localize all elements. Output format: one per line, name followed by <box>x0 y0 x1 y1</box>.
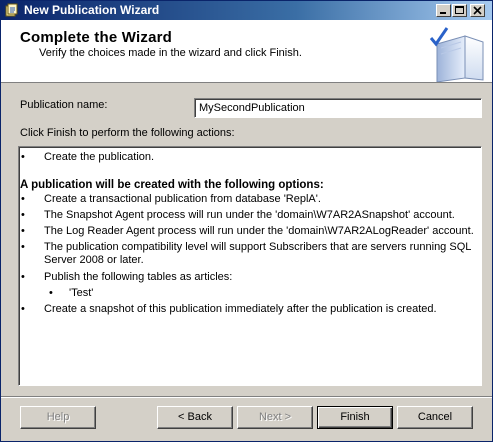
list-item: The Snapshot Agent process will run unde… <box>44 209 455 221</box>
bullet-icon: • <box>21 193 25 205</box>
publication-name-label: Publication name: <box>20 99 108 111</box>
actions-summary-box[interactable]: • Create the publication. A publication … <box>18 146 482 386</box>
bullet-icon: • <box>21 241 25 253</box>
bullet-icon: • <box>21 151 25 163</box>
list-item: Publish the following tables as articles… <box>44 271 233 283</box>
wizard-book-check-icon <box>427 24 487 85</box>
publication-name-field[interactable]: MySecondPublication <box>194 98 482 118</box>
options-heading: A publication will be created with the f… <box>20 179 324 191</box>
list-item-nested: 'Test' <box>69 287 94 299</box>
page-subtitle: Verify the choices made in the wizard an… <box>39 47 302 59</box>
bullet-icon: • <box>21 225 25 237</box>
bullet-icon: • <box>21 271 25 283</box>
back-button[interactable]: < Back <box>157 406 233 429</box>
actions-label: Click Finish to perform the following ac… <box>20 127 235 139</box>
list-item: The Log Reader Agent process will run un… <box>44 225 474 237</box>
bullet-icon: • <box>49 287 53 299</box>
page-title: Complete the Wizard <box>20 29 173 46</box>
help-button[interactable]: Help <box>20 406 96 429</box>
finish-button[interactable]: Finish <box>317 406 393 429</box>
list-item-continued: Server 2008 or later. <box>44 254 144 266</box>
title-bar[interactable]: New Publication Wizard <box>1 1 492 20</box>
list-item: Create the publication. <box>44 151 155 163</box>
wizard-header: Complete the Wizard Verify the choices m… <box>1 20 492 83</box>
wizard-app-icon <box>5 3 19 17</box>
button-separator <box>1 396 492 398</box>
next-button[interactable]: Next > <box>237 406 313 429</box>
list-item: Create a snapshot of this publication im… <box>44 303 437 315</box>
cancel-button[interactable]: Cancel <box>397 406 473 429</box>
close-button[interactable] <box>470 4 485 17</box>
window-title: New Publication Wizard <box>24 3 160 17</box>
minimize-button[interactable] <box>436 4 451 17</box>
maximize-button[interactable] <box>452 4 467 17</box>
bullet-icon: • <box>21 209 25 221</box>
list-item: Create a transactional publication from … <box>44 193 321 205</box>
list-item: The publication compatibility level will… <box>44 241 472 253</box>
wizard-window: New Publication Wizard Complete the Wiza… <box>0 0 493 442</box>
bullet-icon: • <box>21 303 25 315</box>
